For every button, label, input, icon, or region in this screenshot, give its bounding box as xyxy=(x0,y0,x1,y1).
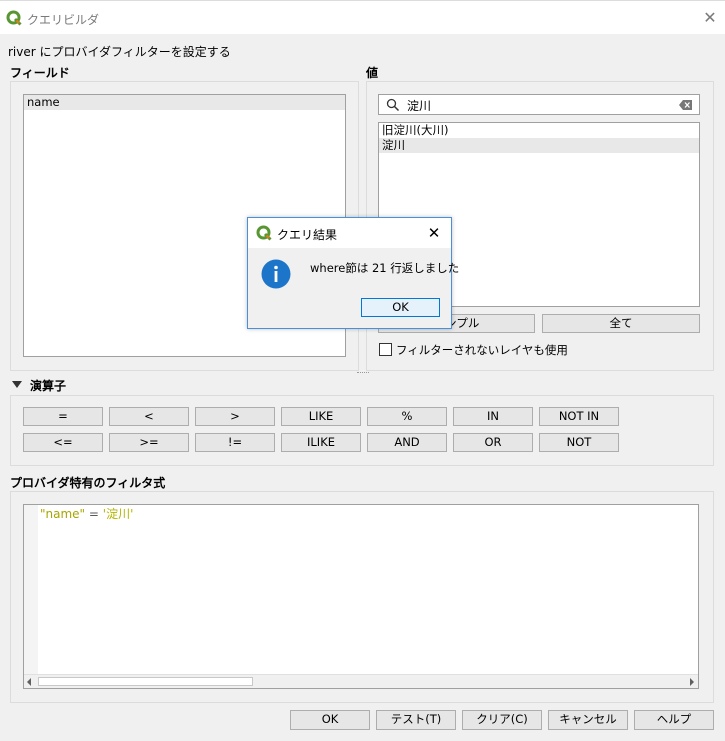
op-in-button[interactable]: IN xyxy=(453,407,533,426)
clear-button[interactable]: クリア(C) xyxy=(462,710,542,730)
splitter-handle[interactable] xyxy=(357,372,369,375)
fields-heading: フィールド xyxy=(10,66,70,80)
op-like-button[interactable]: LIKE xyxy=(281,407,361,426)
op-less-button[interactable]: < xyxy=(109,407,189,426)
help-button[interactable]: ヘルプ xyxy=(634,710,714,730)
values-search-input[interactable]: 淀川 xyxy=(378,94,700,115)
op-not-button[interactable]: NOT xyxy=(539,433,619,452)
values-heading: 値 xyxy=(366,66,379,80)
op-less-equal-button[interactable]: <= xyxy=(23,433,103,452)
op-ilike-button[interactable]: ILIKE xyxy=(281,433,361,452)
unfiltered-layers-checkbox[interactable] xyxy=(379,343,392,356)
qgis-logo-icon xyxy=(256,225,272,241)
editor-gutter xyxy=(24,505,38,675)
op-not-in-button[interactable]: NOT IN xyxy=(539,407,619,426)
dialog-message: where節は 21 行返しました xyxy=(310,261,460,275)
op-percent-button[interactable]: % xyxy=(367,407,447,426)
expression-editor[interactable]: "name" = '淀川' xyxy=(23,504,699,689)
cancel-button[interactable]: キャンセル xyxy=(548,710,628,730)
close-icon[interactable]: ✕ xyxy=(425,224,443,242)
operators-group xyxy=(10,395,714,466)
expression-code: "name" = '淀川' xyxy=(40,505,133,522)
test-button[interactable]: テスト(T) xyxy=(376,710,456,730)
op-greater-button[interactable]: > xyxy=(195,407,275,426)
list-item[interactable]: 淀川 xyxy=(379,138,699,153)
operators-heading: 演算子 xyxy=(30,379,67,393)
qgis-logo-icon xyxy=(6,10,22,26)
op-equals-button[interactable]: = xyxy=(23,407,103,426)
op-and-button[interactable]: AND xyxy=(367,433,447,452)
window-title: クエリビルダ xyxy=(27,13,100,27)
all-button[interactable]: 全て xyxy=(542,314,700,333)
op-greater-equal-button[interactable]: >= xyxy=(109,433,189,452)
list-item[interactable]: name xyxy=(24,95,345,110)
list-item[interactable]: 旧淀川(大川) xyxy=(379,123,699,138)
expression-operator-token: = xyxy=(85,507,103,521)
expression-field-token: "name" xyxy=(40,507,86,521)
search-value: 淀川 xyxy=(407,99,432,113)
close-icon[interactable]: ✕ xyxy=(700,8,720,28)
dialog-ok-button[interactable]: OK xyxy=(361,298,440,317)
description-label: river にプロバイダフィルターを設定する xyxy=(8,45,231,59)
expression-value-token: '淀川' xyxy=(102,507,134,521)
ok-button[interactable]: OK xyxy=(290,710,370,730)
op-or-button[interactable]: OR xyxy=(453,433,533,452)
scroll-left-icon[interactable] xyxy=(27,678,31,686)
scroll-right-icon[interactable] xyxy=(690,678,694,686)
expression-heading: プロバイダ特有のフィルタ式 xyxy=(10,476,166,490)
query-result-dialog: クエリ結果 ✕ where節は 21 行返しました OK xyxy=(247,217,459,329)
dialog-title: クエリ結果 xyxy=(277,228,338,242)
collapse-triangle-icon[interactable] xyxy=(12,381,22,389)
clear-search-icon[interactable] xyxy=(679,100,692,110)
unfiltered-layers-label: フィルターされないレイヤも使用 xyxy=(396,343,568,357)
op-not-equal-button[interactable]: != xyxy=(195,433,275,452)
info-icon xyxy=(261,259,291,289)
search-icon xyxy=(386,98,400,112)
window-titlebar: クエリビルダ ✕ xyxy=(0,0,725,34)
scrollbar-thumb[interactable] xyxy=(38,677,253,686)
horizontal-scrollbar[interactable] xyxy=(24,674,698,688)
